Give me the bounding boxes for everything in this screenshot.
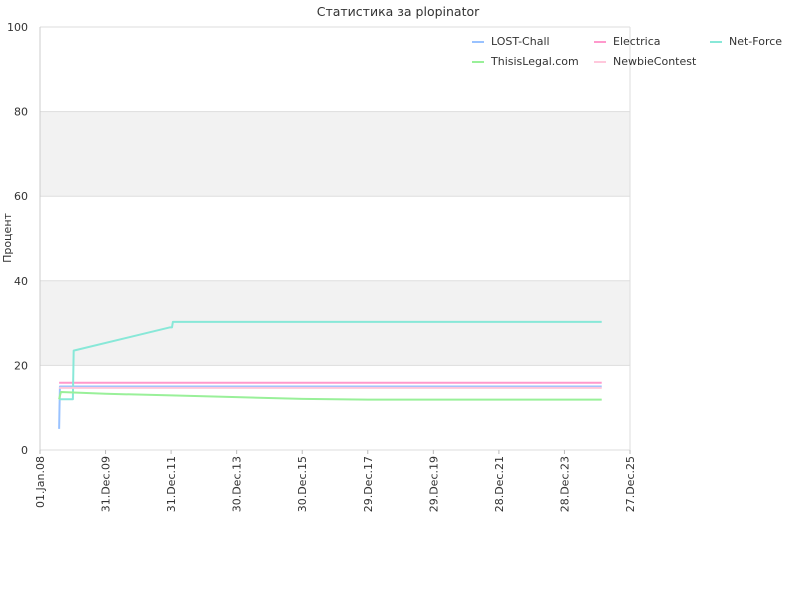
- x-tick-label: 01.Jan.08: [34, 456, 47, 508]
- legend-item: Electrica: [594, 35, 661, 48]
- legend-label: ThisisLegal.com: [490, 55, 579, 68]
- y-tick-label: 80: [14, 106, 28, 119]
- y-tick-label: 20: [14, 359, 28, 372]
- x-tick-label: 30.Dec.15: [296, 456, 309, 512]
- legend-item: Net-Force: [710, 35, 782, 48]
- legend-item: NewbieContest: [594, 55, 697, 68]
- chart-container: Статистика за plopinator Процент 0 20 40 60…: [0, 0, 800, 600]
- chart-title: Статистика за plopinator: [317, 4, 480, 19]
- legend-label: LOST-Chall: [491, 35, 550, 48]
- legend-label: Electrica: [613, 35, 661, 48]
- y-tick-label: 100: [7, 21, 28, 34]
- line-chart: Статистика за plopinator Процент 0 20 40 60…: [1, 4, 782, 512]
- y-axis-label: Процент: [1, 212, 14, 262]
- series-line: [58, 391, 602, 401]
- y-tick-label: 40: [14, 275, 28, 288]
- x-tick-label: 28.Dec.23: [558, 456, 571, 512]
- y-tick-label: 60: [14, 190, 28, 203]
- x-tick-label: 31.Dec.09: [100, 456, 113, 512]
- legend-label: Net-Force: [729, 35, 782, 48]
- x-tick-label: 31.Dec.11: [165, 456, 178, 512]
- legend-item: ThisisLegal.com: [472, 55, 579, 68]
- plot-band: [40, 111, 630, 197]
- x-tick-label: 27.Dec.25: [624, 456, 637, 512]
- x-tick-label: 28.Dec.21: [493, 456, 506, 512]
- series-line: [58, 385, 602, 429]
- y-tick-label: 0: [21, 444, 28, 457]
- legend-item: LOST-Chall: [472, 35, 550, 48]
- plot-band: [40, 280, 630, 366]
- x-tick-label: 30.Dec.13: [231, 456, 244, 512]
- legend-label: NewbieContest: [613, 55, 697, 68]
- x-tick-label: 29.Dec.17: [362, 456, 375, 512]
- x-tick-label: 29.Dec.19: [427, 456, 440, 512]
